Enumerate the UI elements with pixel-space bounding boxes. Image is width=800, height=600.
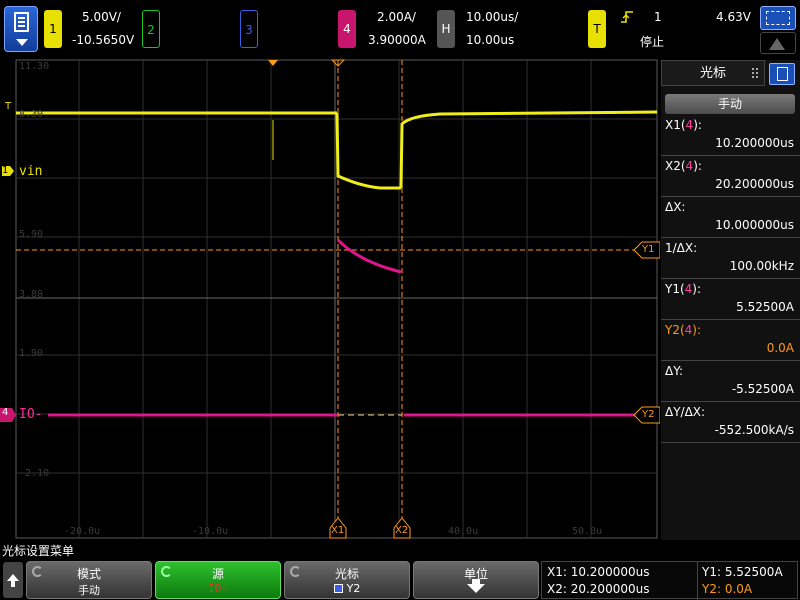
y-label-3: 3.80 — [19, 289, 44, 300]
ch4-label: IO- — [19, 407, 43, 422]
document-icon — [14, 12, 29, 32]
trigger-level: 4.63V — [716, 10, 751, 24]
selection-box-icon — [766, 11, 790, 25]
y-label-4: 1.90 — [19, 348, 44, 359]
ch4-marker-number: 4 — [2, 407, 9, 418]
readout-y2: Y2: 0.0A — [702, 582, 753, 596]
panel-row-dx: ΔX: 10.000000us — [661, 198, 800, 238]
cursor-panel: 光标 手动 X1(4): 10.200000us X2(4): 20.20000… — [661, 60, 800, 540]
x-label-2: 40.0u — [448, 526, 479, 537]
horizontal-button[interactable]: H — [437, 10, 455, 48]
triangle-icon — [769, 38, 785, 50]
ch1-scale: 5.00V/ — [82, 10, 121, 24]
top-status-bar: 1 5.00V/ -10.5650V 2 3 4 2.00A/ 3.90000A… — [0, 0, 800, 58]
grip-icon — [752, 68, 760, 78]
x2-cursor-tag[interactable]: X2 — [395, 525, 408, 536]
main-menu-button[interactable] — [4, 6, 38, 52]
panel-row-inv-dx: 1/ΔX: 100.00kHz — [661, 239, 800, 279]
channel-4-button[interactable]: 4 — [338, 10, 356, 48]
panel-row-dy: ΔY: -5.52500A — [661, 362, 800, 402]
ch1-marker-number: 1 — [2, 165, 9, 176]
ch1-label: vin — [19, 164, 43, 179]
panel-row-x1: X1(4): 10.200000us — [661, 116, 800, 156]
cursor-readout: X1: 10.200000us X2: 20.200000us Y1: 5.52… — [541, 561, 798, 600]
panel-row-y1: Y1(4): 5.52500A — [661, 280, 800, 320]
x-label-3: 50.0u — [572, 526, 603, 537]
trigger-level-marker: T — [5, 101, 12, 112]
channel-1-button[interactable]: 1 — [44, 10, 62, 48]
panel-menu-button[interactable] — [769, 63, 795, 85]
y1-cursor-tag[interactable]: Y1 — [642, 244, 654, 255]
y-label-1: 8.30 — [19, 109, 44, 120]
units-softkey[interactable]: 单位 — [413, 561, 539, 599]
ch4-scale: 2.00A/ — [377, 10, 416, 24]
cursor-softkey[interactable]: 光标 Y2 — [284, 561, 410, 599]
y2-cursor-tag[interactable]: Y2 — [642, 409, 654, 420]
softkey-bar: 模式 手动 源 IO- 光标 Y2 单位 X1: 10.200000us X2:… — [0, 559, 800, 600]
x1-cursor-tag[interactable]: X1 — [331, 525, 344, 536]
panel-mode-button[interactable]: 手动 — [665, 94, 795, 114]
panel-row-y2: Y2(4): 0.0A — [661, 321, 800, 361]
y-label-0: 11.30 — [19, 61, 50, 72]
waveform-display[interactable]: 11.30 8.30 5.90 3.80 1.90 -2.10 -20.0u -… — [0, 58, 660, 540]
menu-title: 光标设置菜单 — [2, 544, 75, 558]
arrow-up-icon — [7, 574, 19, 581]
x-label-1: -10.0u — [192, 526, 229, 537]
cursor-marker-tool[interactable] — [760, 32, 796, 54]
trigger-source: 1 — [654, 10, 662, 24]
cursor-select-tool[interactable] — [760, 6, 796, 30]
graticule — [0, 59, 660, 539]
document-icon — [777, 67, 788, 81]
panel-row-x2: X2(4): 20.200000us — [661, 157, 800, 197]
ch4-offset: 3.90000A — [368, 33, 426, 47]
y-label-5: -2.10 — [19, 468, 50, 479]
panel-title: 光标 — [661, 60, 765, 86]
readout-y1: Y1: 5.52500A — [702, 565, 783, 579]
menu-up-button[interactable] — [3, 562, 23, 598]
channel-2-button[interactable]: 2 — [142, 10, 160, 48]
horizontal-scale: 10.00us/ — [466, 10, 519, 24]
y-label-2: 5.90 — [19, 229, 44, 240]
source-softkey[interactable]: 源 IO- — [155, 561, 281, 599]
chevron-down-icon — [16, 39, 28, 46]
rising-edge-icon — [621, 11, 633, 23]
mode-softkey[interactable]: 模式 手动 — [26, 561, 152, 599]
x-label-0: -20.0u — [64, 526, 101, 537]
readout-x1: X1: 10.200000us — [547, 565, 650, 579]
horizontal-position: 10.00us — [466, 33, 515, 47]
run-status: 停止 — [640, 35, 665, 49]
checkbox-icon — [333, 584, 343, 593]
panel-row-dydx: ΔY/ΔX: -552.500kA/s — [661, 403, 800, 443]
channel-3-button[interactable]: 3 — [240, 10, 258, 48]
ch1-offset: -10.5650V — [72, 33, 135, 47]
trigger-button[interactable]: T — [588, 10, 606, 48]
readout-x2: X2: 20.200000us — [547, 582, 650, 596]
arrow-down-icon — [467, 584, 485, 593]
